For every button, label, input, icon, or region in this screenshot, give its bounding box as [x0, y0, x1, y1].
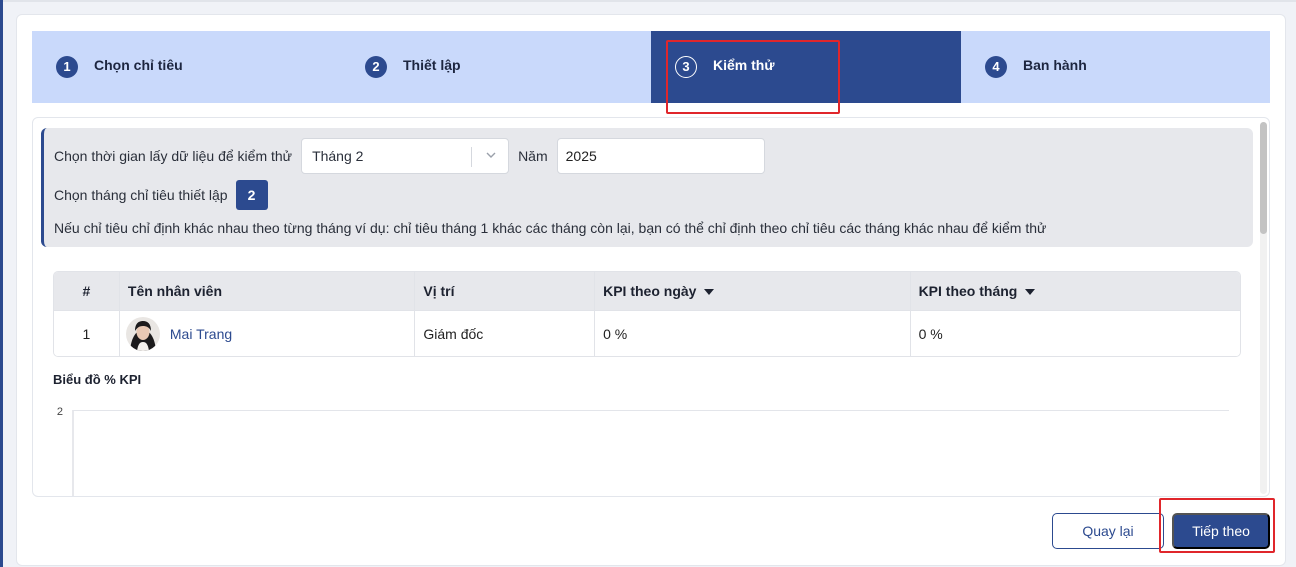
test-content-panel: Chọn thời gian lấy dữ liệu để kiểm thử T…: [32, 117, 1270, 497]
month-select[interactable]: Tháng 2: [301, 138, 510, 174]
step-number: 1: [56, 55, 78, 78]
caret-down-icon: [704, 288, 715, 295]
row-employee: Mai Trang: [120, 311, 416, 356]
year-input[interactable]: 2025: [556, 138, 765, 174]
step-number: 4: [985, 55, 1007, 78]
caret-down-icon: [1025, 288, 1036, 295]
scrollbar-thumb[interactable]: [1260, 122, 1267, 234]
step-number: 2: [365, 55, 387, 78]
header-index: #: [54, 272, 120, 310]
back-button[interactable]: Quay lại: [1052, 513, 1164, 549]
filter-box: Chọn thời gian lấy dữ liệu để kiểm thử T…: [41, 128, 1253, 247]
select-divider: [471, 147, 473, 167]
step-label: Kiểm thử: [713, 57, 775, 73]
header-kpi-day[interactable]: KPI theo ngày: [595, 272, 911, 310]
note-row: Nếu chỉ tiêu chỉ định khác nhau theo từn…: [54, 216, 1046, 240]
step-number: 3: [675, 55, 697, 78]
avatar: [125, 317, 160, 351]
month-select-value: Tháng 2: [312, 148, 364, 164]
table-row: 1 Mai Trang Giám đốc 0 % 0 %: [54, 310, 1240, 356]
table-header: # Tên nhân viên Vị trí KPI theo ngày KPI…: [54, 272, 1240, 310]
time-filter-row: Chọn thời gian lấy dữ liệu để kiểm thử T…: [54, 137, 765, 175]
target-month-label: Chọn tháng chỉ tiêu thiết lập: [54, 187, 228, 203]
step-choose-target[interactable]: 1 Chọn chỉ tiêu: [32, 31, 341, 103]
step-label: Thiết lập: [403, 57, 461, 73]
employee-name-link[interactable]: Mai Trang: [170, 326, 232, 342]
step-label: Chọn chỉ tiêu: [94, 57, 183, 73]
row-kpi-month: 0 %: [918, 326, 943, 342]
step-setup[interactable]: 2 Thiết lập: [341, 31, 651, 103]
header-position: Vị trí: [415, 272, 596, 310]
chevron-down-icon: [486, 152, 496, 158]
chart-title: Biểu đồ % KPI: [53, 372, 142, 387]
step-publish[interactable]: 4 Ban hành: [961, 31, 1270, 103]
employee-kpi-table: # Tên nhân viên Vị trí KPI theo ngày KPI…: [53, 271, 1241, 357]
kpi-chart: 2: [57, 406, 1229, 496]
header-kpi-day-label: KPI theo ngày: [603, 283, 697, 299]
next-button[interactable]: Tiếp theo: [1172, 513, 1270, 549]
step-test[interactable]: 3 Kiểm thử: [651, 31, 961, 103]
left-edge-accent: [0, 0, 3, 567]
step-label: Ban hành: [1023, 57, 1087, 73]
year-label: Năm: [518, 148, 548, 164]
row-index: 1: [54, 311, 120, 356]
time-label: Chọn thời gian lấy dữ liệu để kiểm thử: [54, 148, 293, 164]
row-kpi-day: 0 %: [595, 311, 911, 356]
note-text: Nếu chỉ tiêu chỉ định khác nhau theo từn…: [54, 220, 1047, 236]
target-month-row: Chọn tháng chỉ tiêu thiết lập 2: [54, 179, 268, 211]
header-kpi-month-label: KPI theo tháng: [918, 283, 1018, 299]
header-employee-name: Tên nhân viên: [120, 272, 416, 310]
top-divider: [3, 0, 1296, 2]
header-kpi-month[interactable]: KPI theo tháng: [911, 272, 1240, 310]
vertical-scrollbar[interactable]: [1260, 122, 1267, 494]
stepper: 1 Chọn chỉ tiêu 2 Thiết lập 3 Kiểm thử 4…: [32, 31, 1270, 103]
row-position: Giám đốc: [415, 311, 596, 356]
target-month-badge[interactable]: 2: [235, 180, 268, 210]
y-tick-label: 2: [57, 406, 63, 418]
